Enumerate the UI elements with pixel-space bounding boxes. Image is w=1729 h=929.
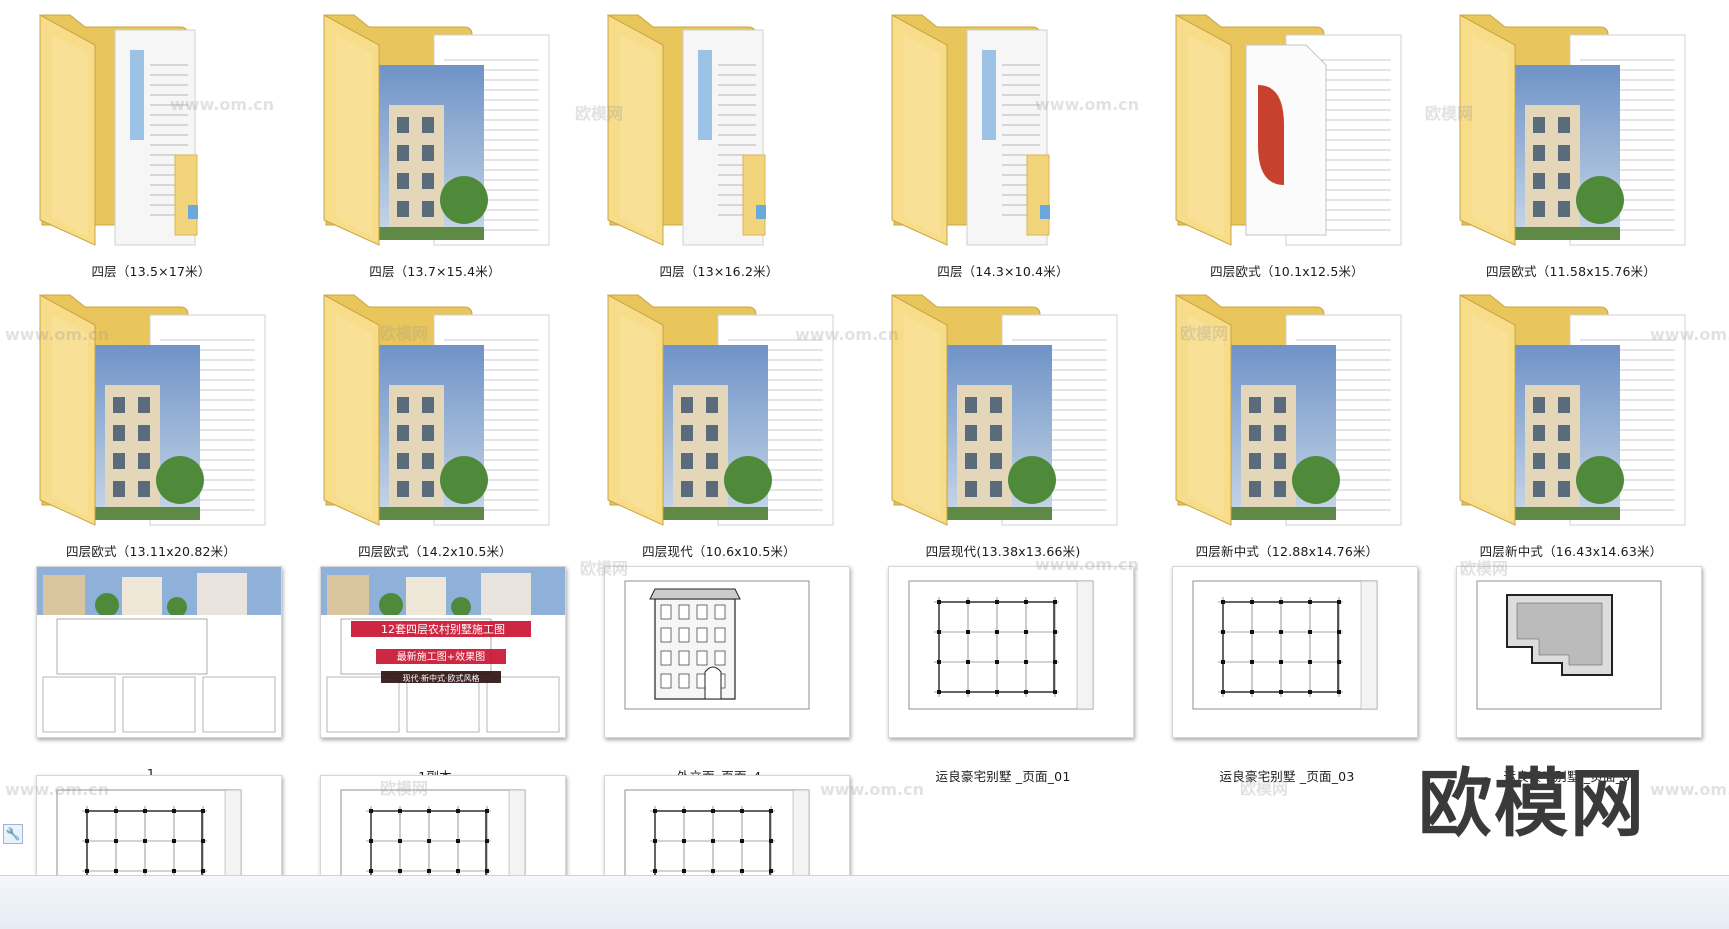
folder-icon [294,285,576,545]
folder-item[interactable]: 四层（14.3×10.4米） [862,5,1144,279]
image-thumbnail [1172,566,1418,738]
folder-icon [578,5,860,265]
wrench-icon[interactable]: 🔧 [3,824,23,844]
image-thumbnail [36,775,282,875]
image-thumbnail: 12套四层农村别墅施工图 最新施工图+效果图 现代·新中式·欧式风格 [320,566,566,738]
status-bar [0,875,1729,929]
image-thumbnail [604,566,850,738]
folder-item[interactable]: 四层欧式（14.2x10.5米） [294,285,576,559]
folder-label: 四层新中式（12.88x14.76米） [1195,544,1379,559]
folder-label: 四层（13.7×15.4米） [369,264,501,279]
folder-label: 四层（13.5×17米） [91,264,211,279]
folder-icon [1430,5,1712,265]
folder-icon [10,285,292,545]
folder-icon [1430,285,1712,545]
image-label: 运良豪宅别墅 _页面_03 [1219,769,1355,784]
image-thumbnail [36,566,282,738]
folder-item[interactable]: 四层新中式（16.43x14.63米） [1430,285,1712,559]
folder-icon [578,285,860,545]
folder-label: 四层现代（10.6x10.5米） [642,544,796,559]
image-thumbnail [320,775,566,875]
promo-line1: 12套四层农村别墅施工图 [381,622,505,636]
folder-item[interactable]: 四层欧式（10.1x12.5米） [1146,5,1428,279]
folder-label: 四层欧式（13.11x20.82米） [65,544,237,559]
folder-label: 四层欧式（14.2x10.5米） [358,544,512,559]
promo-line3: 现代·新中式·欧式风格 [402,673,479,683]
folder-label: 四层（13×16.2米） [659,264,779,279]
image-thumbnail [604,775,850,875]
folder-item[interactable]: 四层现代（10.6x10.5米） [578,285,860,559]
folder-icon [1146,285,1428,545]
image-thumbnail [1456,566,1702,738]
folder-icon [294,5,576,265]
image-label: 运良豪宅别墅 _页面_01 [935,769,1071,784]
folder-item[interactable]: 四层现代(13.38x13.66米) [862,285,1144,559]
promo-line2: 最新施工图+效果图 [397,650,485,663]
watermark-logo: 欧模网 [1418,761,1646,847]
folder-item[interactable]: 四层欧式（11.58x15.76米） [1430,5,1712,279]
folder-item[interactable]: 四层（13.7×15.4米） [294,5,576,279]
folder-label: 四层（14.3×10.4米） [937,264,1069,279]
folder-item[interactable]: 四层（13×16.2米） [578,5,860,279]
folder-label: 四层现代(13.38x13.66米) [925,544,1081,559]
folder-label: 四层欧式（10.1x12.5米） [1210,264,1364,279]
image-thumbnail [888,566,1134,738]
folder-label: 四层新中式（16.43x14.63米） [1479,544,1663,559]
folder-icon [862,5,1144,265]
folder-icon [10,5,292,265]
folder-item[interactable]: 四层新中式（12.88x14.76米） [1146,285,1428,559]
folder-icon [862,285,1144,545]
folder-icon [1146,5,1428,265]
folder-label: 四层欧式（11.58x15.76米） [1485,264,1657,279]
folder-item[interactable]: 四层欧式（13.11x20.82米） [10,285,292,559]
folder-item[interactable]: 四层（13.5×17米） [10,5,292,279]
